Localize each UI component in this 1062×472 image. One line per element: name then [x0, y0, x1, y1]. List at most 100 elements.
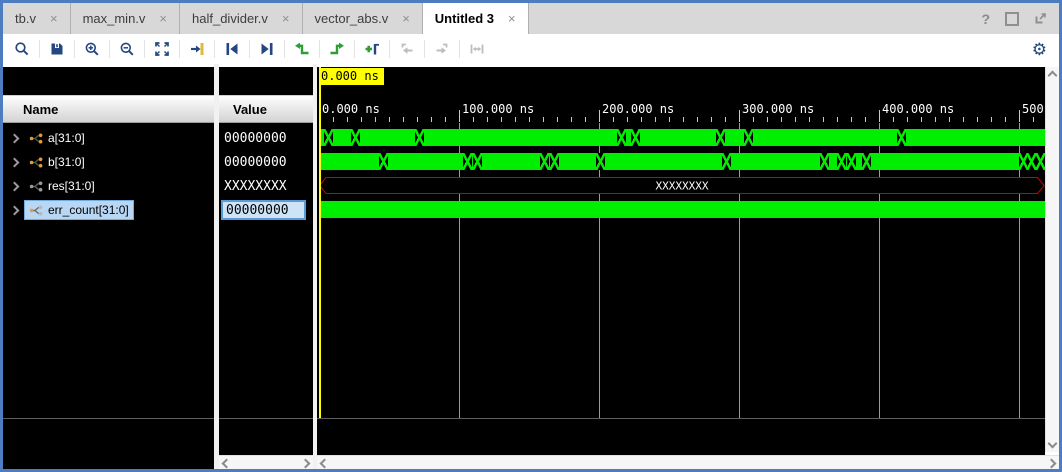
toolbar-separator: [354, 40, 355, 58]
bus-transition-mark: [722, 153, 731, 170]
toolbar-separator: [144, 40, 145, 58]
save-icon: [49, 41, 65, 57]
close-icon[interactable]: ×: [159, 11, 167, 26]
ruler-minor-ticks: [319, 117, 1045, 122]
bus-transition-mark: [617, 129, 626, 146]
undefined-bus-waveform: XXXXXXXX: [319, 177, 1045, 194]
zoom-fit-button[interactable]: [149, 37, 175, 61]
next-transition-button[interactable]: [254, 37, 280, 61]
wave-toolbar: ⚙: [3, 34, 1059, 65]
signal-value-err-count[interactable]: 00000000: [219, 198, 313, 222]
previous-transition-button[interactable]: [219, 37, 245, 61]
bus-transition-mark: [744, 129, 753, 146]
bus-waveform-bar: [319, 201, 1045, 218]
expand-chevron-icon[interactable]: [10, 181, 20, 191]
toolbar-separator: [179, 40, 180, 58]
signal-row-res[interactable]: res[31:0]: [3, 174, 214, 198]
expand-chevron-icon[interactable]: [10, 133, 20, 143]
ruler-time-label: 500.000 ns: [1019, 102, 1045, 116]
close-icon[interactable]: ×: [50, 11, 58, 26]
help-icon[interactable]: ?: [981, 11, 990, 27]
waveform-panel[interactable]: 0.000 ns 0.000 ns100.000 ns200.000 ns300…: [317, 67, 1045, 455]
swap-cursors-icon: [469, 41, 485, 57]
save-waveform-button[interactable]: [44, 37, 70, 61]
bus-signal-icon: [29, 180, 43, 193]
bus-signal-icon: [29, 132, 43, 145]
selected-value-box: 00000000: [221, 200, 306, 220]
timeline-ruler[interactable]: 0.000 ns100.000 ns200.000 ns300.000 ns40…: [317, 95, 1045, 123]
bus-transition-mark: [473, 153, 482, 170]
zoom-out-icon: [119, 41, 135, 57]
toolbar-separator: [319, 40, 320, 58]
ruler-time-label: 0.000 ns: [319, 102, 380, 116]
zoom-in-button[interactable]: [79, 37, 105, 61]
previous-edge-icon: [294, 41, 310, 57]
waveform-res[interactable]: XXXXXXXX: [317, 174, 1045, 198]
bus-signal-icon: [29, 156, 43, 169]
bus-transition-mark: [324, 129, 333, 146]
signal-value-res[interactable]: XXXXXXXX: [219, 174, 313, 198]
ruler-time-label: 300.000 ns: [739, 102, 814, 116]
tab-tb.v[interactable]: tb.v ×: [3, 3, 71, 34]
previous-marker-button[interactable]: [394, 37, 420, 61]
bus-transition-mark: [862, 153, 871, 170]
signal-value-a[interactable]: 00000000: [219, 126, 313, 150]
toolbar-separator: [284, 40, 285, 58]
cursor-line[interactable]: [319, 67, 321, 418]
close-icon[interactable]: ×: [282, 11, 290, 26]
bus-waveform-bar: [319, 153, 1045, 170]
tab-max_min.v[interactable]: max_min.v ×: [71, 3, 180, 34]
signal-name: err_count[31:0]: [48, 203, 129, 217]
tab-half_divider.v[interactable]: half_divider.v ×: [180, 3, 302, 34]
scroll-left-icon[interactable]: [222, 459, 232, 469]
zoom-to-cursor-button[interactable]: [184, 37, 210, 61]
scroll-down-icon[interactable]: [1048, 439, 1058, 449]
scroll-up-icon[interactable]: [1048, 71, 1058, 81]
float-window-icon[interactable]: [1034, 12, 1047, 25]
next-edge-button[interactable]: [324, 37, 350, 61]
bus-transition-mark: [540, 153, 549, 170]
bus-transition-mark: [631, 129, 640, 146]
next-marker-button[interactable]: [429, 37, 455, 61]
previous-marker-icon: [399, 41, 415, 57]
signal-row-b[interactable]: b[31:0]: [3, 150, 214, 174]
scroll-left-icon[interactable]: [320, 459, 330, 469]
swap-cursors-button[interactable]: [464, 37, 490, 61]
bus-transition-mark: [596, 153, 605, 170]
scroll-right-icon[interactable]: [301, 459, 311, 469]
signal-row-err-count[interactable]: err_count[31:0]: [3, 198, 214, 222]
waveform-err-count[interactable]: [317, 198, 1045, 222]
selected-signal-highlight: err_count[31:0]: [25, 201, 133, 219]
signal-row-a[interactable]: a[31:0]: [3, 126, 214, 150]
expand-chevron-icon[interactable]: [10, 157, 20, 167]
ruler-time-label: 400.000 ns: [879, 102, 954, 116]
previous-edge-button[interactable]: [289, 37, 315, 61]
bus-transition-mark: [1036, 153, 1045, 170]
scroll-right-icon[interactable]: [1047, 459, 1057, 469]
simulation-window: tb.v × max_min.v × half_divider.v × vect…: [0, 0, 1062, 472]
find-button[interactable]: [9, 37, 35, 61]
wave-horizontal-scrollbar[interactable]: [317, 455, 1059, 469]
maximize-icon[interactable]: [1005, 12, 1019, 26]
waveform-a[interactable]: [317, 126, 1045, 150]
name-column-header[interactable]: Name: [3, 95, 214, 123]
close-icon[interactable]: ×: [402, 11, 410, 26]
zoom-out-button[interactable]: [114, 37, 140, 61]
toolbar-separator: [424, 40, 425, 58]
value-column-header[interactable]: Value: [219, 95, 313, 123]
vertical-scrollbar[interactable]: [1045, 67, 1059, 452]
expand-chevron-icon[interactable]: [10, 205, 20, 215]
close-icon[interactable]: ×: [508, 11, 516, 26]
add-marker-button[interactable]: [359, 37, 385, 61]
bus-transition-mark: [820, 153, 829, 170]
settings-gear-icon[interactable]: ⚙: [1032, 41, 1047, 58]
toolbar-separator: [389, 40, 390, 58]
value-horizontal-scrollbar[interactable]: [219, 455, 313, 469]
waveform-b[interactable]: [317, 150, 1045, 174]
signal-value-b[interactable]: 00000000: [219, 150, 313, 174]
tab-vector_abs.v[interactable]: vector_abs.v ×: [303, 3, 423, 34]
tab-untitled-3[interactable]: Untitled 3 ×: [423, 3, 529, 34]
tab-label: tb.v: [15, 11, 36, 26]
wave-viewer-main: Name a[31:0]: [3, 64, 1059, 469]
tab-label: Untitled 3: [435, 11, 494, 26]
